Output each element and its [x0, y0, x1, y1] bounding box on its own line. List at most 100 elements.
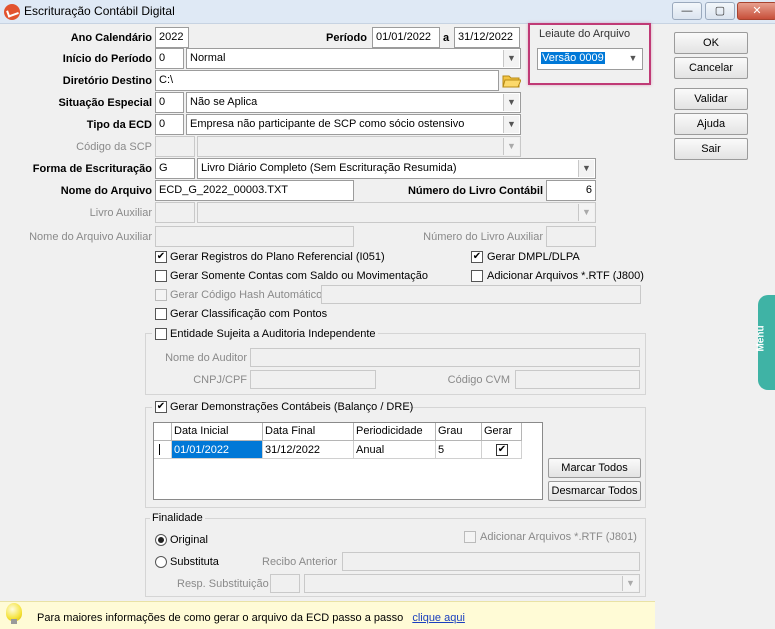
- periodo-inicio-input[interactable]: 01/01/2022: [372, 27, 440, 48]
- cell-gerar[interactable]: ✔: [482, 441, 522, 459]
- livro-auxiliar-select: ▼: [197, 202, 596, 223]
- desmarcar-todos-button[interactable]: Desmarcar Todos: [548, 481, 641, 501]
- col-header-data-inicial[interactable]: Data Inicial: [172, 423, 263, 441]
- gerar-registros-referencial-checkbox[interactable]: ✔: [155, 251, 167, 263]
- adicionar-rtf-j801-checkbox: [464, 531, 476, 543]
- ajuda-button[interactable]: Ajuda: [674, 113, 748, 135]
- adicionar-rtf-j801-label: Adicionar Arquivos *.RTF (J801): [480, 531, 637, 543]
- cancelar-button[interactable]: Cancelar: [674, 57, 748, 79]
- sair-button[interactable]: Sair: [674, 138, 748, 160]
- table-row[interactable]: 01/01/2022 31/12/2022 Anual 5 ✔: [154, 441, 524, 459]
- demonstracoes-label: Gerar Demonstrações Contábeis (Balanço /…: [170, 401, 414, 413]
- adicionar-rtf-j800-checkbox[interactable]: [471, 270, 483, 282]
- chevron-down-icon: ▼: [503, 116, 519, 133]
- inicio-periodo-select[interactable]: Normal ▼: [186, 48, 521, 69]
- tipo-ecd-label: Tipo da ECD: [86, 119, 152, 131]
- numero-livro-auxiliar-input: [546, 226, 596, 247]
- diretorio-destino-input[interactable]: C:\: [155, 70, 499, 91]
- marcar-todos-button-label: Marcar Todos: [561, 462, 628, 474]
- leiaute-version-select[interactable]: Versão 0009 ▼: [537, 48, 643, 70]
- nome-arquivo-auxiliar-label: Nome do Arquivo Auxiliar: [29, 231, 152, 243]
- situacao-especial-value: Não se Aplica: [190, 96, 258, 108]
- row-cursor-icon: [159, 444, 160, 455]
- situacao-especial-select[interactable]: Não se Aplica ▼: [186, 92, 521, 113]
- classificacao-pontos-checkbox[interactable]: [155, 308, 167, 320]
- livro-auxiliar-code: [155, 202, 195, 223]
- side-menu-tab[interactable]: Menu: [755, 295, 775, 390]
- ano-calendario-input[interactable]: 2022: [155, 27, 189, 48]
- cell-grau[interactable]: 5: [436, 441, 482, 459]
- tipo-ecd-select[interactable]: Empresa não participante de SCP como sóc…: [186, 114, 521, 135]
- cell-periodicidade[interactable]: Anual: [354, 441, 436, 459]
- window-title: Escrituração Contábil Digital: [24, 4, 175, 18]
- chevron-down-icon: ▼: [625, 50, 641, 67]
- codigo-cvm-label: Código CVM: [447, 374, 510, 386]
- auditoria-legend: Entidade Sujeita a Auditoria Independent…: [152, 327, 378, 341]
- finalidade-legend: Finalidade: [150, 512, 205, 524]
- forma-escrituracao-code[interactable]: G: [155, 158, 195, 179]
- cancelar-button-label: Cancelar: [688, 62, 734, 74]
- ok-button[interactable]: OK: [674, 32, 748, 54]
- gerar-dmpl-checkbox[interactable]: ✔: [471, 251, 483, 263]
- codigo-scp-select: ▼: [197, 136, 521, 157]
- classificacao-pontos-label: Gerar Classificação com Pontos: [170, 308, 328, 320]
- col-header-periodicidade[interactable]: Periodicidade: [354, 423, 436, 441]
- forma-escrituracao-select[interactable]: Livro Diário Completo (Sem Escrituração …: [197, 158, 596, 179]
- situacao-especial-label: Situação Especial: [58, 97, 152, 109]
- demonstracoes-checkbox[interactable]: ✔: [155, 401, 167, 413]
- gerar-registros-referencial-label: Gerar Registros do Plano Referencial (I0…: [170, 251, 385, 263]
- codigo-scp-code: [155, 136, 195, 157]
- somente-contas-saldo-checkbox[interactable]: [155, 270, 167, 282]
- col-header-gerar[interactable]: Gerar: [482, 423, 522, 441]
- original-radio[interactable]: [155, 534, 167, 546]
- col-header-data-final[interactable]: Data Final: [263, 423, 354, 441]
- row-indicator: [154, 441, 172, 459]
- codigo-scp-label: Código da SCP: [76, 141, 152, 153]
- cell-data-final[interactable]: 31/12/2022: [263, 441, 354, 459]
- substituta-radio[interactable]: [155, 556, 167, 568]
- ajuda-button-label: Ajuda: [696, 118, 726, 130]
- cnpj-cpf-label: CNPJ/CPF: [193, 374, 247, 386]
- minimize-button[interactable]: —: [672, 2, 702, 20]
- title-bar: Escrituração Contábil Digital — ▢ ✕: [0, 0, 775, 24]
- app-icon: [4, 4, 20, 20]
- gerar-row-checkbox[interactable]: ✔: [496, 444, 508, 456]
- cnpj-cpf-input: [250, 370, 376, 389]
- col-header-grau[interactable]: Grau: [436, 423, 482, 441]
- codigo-hash-label: Gerar Código Hash Automático: [170, 289, 323, 301]
- numero-livro-label: Número do Livro Contábil: [407, 185, 543, 197]
- numero-livro-input[interactable]: 6: [546, 180, 596, 201]
- periodo-fim-input[interactable]: 31/12/2022: [454, 27, 520, 48]
- marcar-todos-button[interactable]: Marcar Todos: [548, 458, 641, 478]
- chevron-down-icon: ▼: [503, 94, 519, 111]
- original-label: Original: [170, 534, 208, 546]
- folder-icon[interactable]: [502, 73, 522, 88]
- side-menu-label: Menu: [755, 325, 767, 352]
- resp-substituicao-select: ▼: [304, 574, 640, 593]
- leiaute-version-value: Versão 0009: [541, 52, 605, 64]
- validar-button[interactable]: Validar: [674, 88, 748, 110]
- cell-data-inicial[interactable]: 01/01/2022: [172, 441, 263, 459]
- demonstracoes-legend: ✔ Gerar Demonstrações Contábeis (Balanço…: [152, 400, 414, 414]
- clique-aqui-link[interactable]: clique aqui: [412, 612, 465, 624]
- chevron-down-icon: ▼: [503, 138, 519, 155]
- demonstracoes-table[interactable]: Data Inicial Data Final Periodicidade Gr…: [153, 422, 543, 500]
- resp-substituicao-code: [270, 574, 300, 593]
- restore-button[interactable]: ▢: [705, 2, 735, 20]
- inicio-periodo-code[interactable]: 0: [155, 48, 184, 69]
- close-button[interactable]: ✕: [737, 2, 775, 20]
- leiaute-highlight-box: Leiaute do Arquivo Versão 0009 ▼: [528, 23, 651, 85]
- situacao-especial-code[interactable]: 0: [155, 92, 184, 113]
- tipo-ecd-code[interactable]: 0: [155, 114, 184, 135]
- auditoria-label: Entidade Sujeita a Auditoria Independent…: [170, 328, 376, 340]
- footer-message: Para maiores informações de como gerar o…: [37, 612, 404, 624]
- auditoria-checkbox[interactable]: [155, 328, 167, 340]
- diretorio-destino-label: Diretório Destino: [62, 75, 152, 87]
- forma-escrituracao-value: Livro Diário Completo (Sem Escrituração …: [201, 162, 457, 174]
- codigo-hash-input: [321, 285, 641, 304]
- desmarcar-todos-button-label: Desmarcar Todos: [551, 485, 638, 497]
- inicio-periodo-label: Início do Período: [62, 53, 152, 65]
- nome-arquivo-input[interactable]: ECD_G_2022_00003.TXT: [155, 180, 354, 201]
- nome-auditor-label: Nome do Auditor: [165, 352, 247, 364]
- gerar-dmpl-label: Gerar DMPL/DLPA: [487, 251, 580, 263]
